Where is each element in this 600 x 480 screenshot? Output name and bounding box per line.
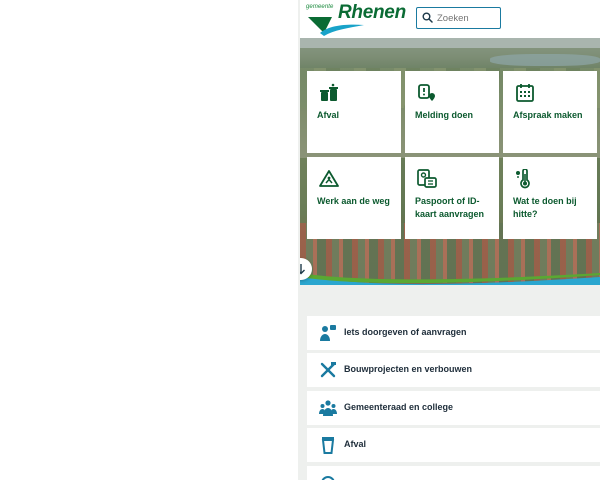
tile-paspoort[interactable]: Paspoort of ID-kaart aanvragen bbox=[405, 157, 499, 239]
search-box[interactable] bbox=[416, 7, 501, 29]
hero-river bbox=[490, 54, 600, 66]
calendar-icon bbox=[516, 84, 534, 102]
tile-label: Paspoort of ID-kaart aanvragen bbox=[415, 196, 485, 219]
list-item-partial[interactable] bbox=[307, 466, 600, 480]
list-item-afval[interactable]: Afval bbox=[307, 428, 600, 462]
waste-bins-icon bbox=[320, 83, 338, 101]
list-item-doorgeven[interactable]: Iets doorgeven of aanvragen bbox=[307, 316, 600, 350]
tile-label: Melding doen bbox=[415, 110, 473, 120]
partial-icon bbox=[321, 476, 335, 480]
list-item-bouwprojecten[interactable]: Bouwprojecten en verbouwen bbox=[307, 353, 600, 387]
logo[interactable]: gemeente Rhenen bbox=[306, 2, 406, 36]
hero-sky bbox=[300, 38, 600, 48]
search-icon bbox=[422, 12, 433, 23]
list-item-label: Bouwprojecten en verbouwen bbox=[344, 364, 473, 374]
search-input[interactable] bbox=[437, 10, 497, 26]
tile-afspraak-maken[interactable]: Afspraak maken bbox=[503, 71, 597, 153]
council-icon bbox=[319, 400, 337, 416]
tile-melding-doen[interactable]: Melding doen bbox=[405, 71, 499, 153]
tile-hitte[interactable]: Wat te doen bij hitte? bbox=[503, 157, 597, 239]
list-item-label: Afval bbox=[344, 439, 367, 449]
mobile-page: gemeente Rhenen Zoeken Afval Melding doe… bbox=[300, 0, 600, 480]
tools-icon bbox=[320, 362, 336, 378]
tile-label: Afval bbox=[317, 110, 340, 120]
quick-tiles: Afval Melding doen Afspraak maken Werk a… bbox=[307, 71, 599, 241]
waste-container-icon bbox=[321, 437, 335, 454]
roadwork-sign-icon bbox=[319, 170, 339, 187]
hero-image: Afval Melding doen Afspraak maken Werk a… bbox=[300, 38, 600, 285]
person-info-icon bbox=[320, 325, 336, 341]
decorative-wave bbox=[300, 273, 600, 285]
list-item-gemeenteraad[interactable]: Gemeenteraad en college bbox=[307, 391, 600, 425]
id-card-icon bbox=[417, 169, 437, 188]
topics-list: Iets doorgeven of aanvragen Bouwprojecte… bbox=[300, 285, 600, 480]
site-header: gemeente Rhenen bbox=[300, 0, 600, 38]
tile-label: Afspraak maken bbox=[513, 110, 583, 120]
list-item-label: Iets doorgeven of aanvragen bbox=[344, 327, 467, 337]
logo-name: Rhenen bbox=[338, 2, 406, 23]
tile-label: Werk aan de weg bbox=[317, 196, 390, 206]
arrow-down-icon bbox=[300, 264, 305, 275]
list-item-label: Gemeenteraad en college bbox=[344, 402, 454, 412]
thermometer-icon bbox=[516, 169, 530, 189]
tile-afval[interactable]: Afval bbox=[307, 71, 401, 153]
logo-subtitle: gemeente bbox=[306, 4, 334, 10]
tile-werk-aan-de-weg[interactable]: Werk aan de weg bbox=[307, 157, 401, 239]
tile-label: Wat te doen bij hitte? bbox=[513, 196, 577, 219]
report-location-icon bbox=[418, 84, 435, 101]
